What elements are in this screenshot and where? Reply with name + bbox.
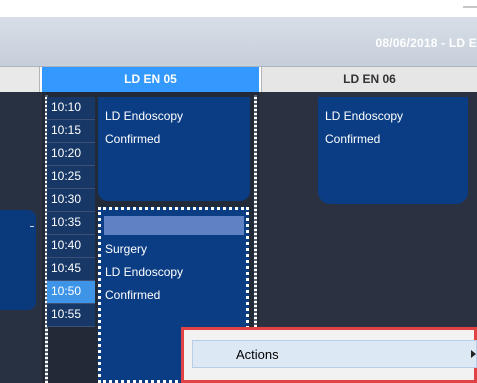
top-strip [0, 0, 477, 18]
appointment-block-en05-1010[interactable]: LD Endoscopy Confirmed [98, 97, 250, 201]
appointment-marker [30, 226, 34, 227]
date-header-bar: 08/06/2018 - LD E [0, 17, 477, 67]
appointment-type: LD Endoscopy [105, 109, 184, 123]
submenu-arrow-icon [471, 350, 476, 358]
column-header-ld-en-06[interactable]: LD EN 06 [261, 67, 477, 92]
column-header-previous[interactable] [0, 67, 40, 92]
column-header-ld-en-05[interactable]: LD EN 05 [42, 67, 259, 92]
date-header-title: 08/06/2018 - LD E [375, 36, 477, 50]
time-slot[interactable]: 10:25 [47, 166, 95, 189]
scroll-indicator [463, 6, 477, 8]
appointment-block-previous[interactable] [0, 210, 36, 310]
appointment-block-en06-1010[interactable]: LD Endoscopy Confirmed [318, 97, 468, 204]
time-slot[interactable]: 10:55 [47, 304, 95, 327]
appointment-status: Confirmed [105, 288, 161, 302]
time-slot-selected[interactable]: 10:50 [47, 281, 95, 304]
time-slot[interactable]: 10:15 [47, 120, 95, 143]
appointment-type: LD Endoscopy [105, 265, 184, 279]
context-menu-item-actions[interactable] [192, 340, 477, 368]
time-slot[interactable]: 10:10 [47, 97, 95, 120]
time-slot[interactable]: 10:30 [47, 189, 95, 212]
appointment-status: Confirmed [325, 132, 381, 146]
context-menu-item-label: Actions [236, 347, 279, 362]
appointment-status: Confirmed [105, 132, 161, 146]
appointment-category: Surgery [105, 242, 148, 256]
appointment-type: LD Endoscopy [325, 109, 404, 123]
time-slot[interactable]: 10:40 [47, 235, 95, 258]
time-slot[interactable]: 10:20 [47, 143, 95, 166]
time-slot[interactable]: 10:35 [47, 212, 95, 235]
time-slot[interactable]: 10:45 [47, 258, 95, 281]
appointment-text-selection [104, 216, 244, 235]
